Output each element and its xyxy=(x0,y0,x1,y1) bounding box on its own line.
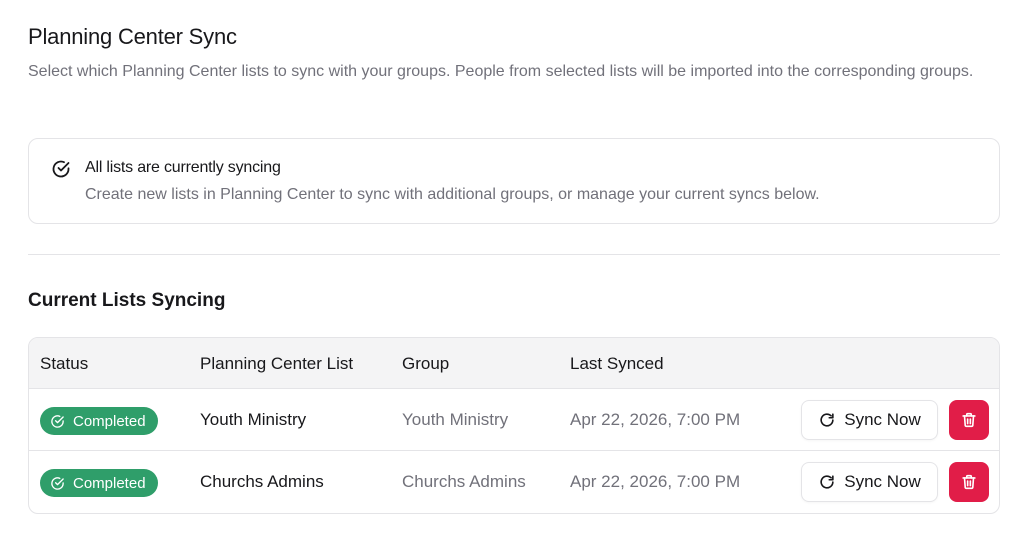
section-divider xyxy=(28,254,1000,255)
sync-now-label: Sync Now xyxy=(844,410,921,429)
status-badge-label: Completed xyxy=(73,474,146,492)
column-header-group: Group xyxy=(402,354,450,373)
column-header-list: Planning Center List xyxy=(200,354,354,373)
circle-check-icon xyxy=(51,476,64,490)
column-header-last-synced: Last Synced xyxy=(570,354,664,373)
delete-button[interactable] xyxy=(949,462,989,502)
section-title: Current Lists Syncing xyxy=(28,290,226,311)
last-synced: Apr 22, 2026, 7:00 PM xyxy=(570,410,741,429)
circle-check-icon xyxy=(51,414,64,428)
last-synced: Apr 22, 2026, 7:00 PM xyxy=(570,472,741,491)
sync-now-label: Sync Now xyxy=(844,472,921,491)
status-badge: Completed xyxy=(40,469,158,497)
page-title: Planning Center Sync xyxy=(28,24,237,49)
alert-description: Create new lists in Planning Center to s… xyxy=(85,186,820,203)
status-badge-label: Completed xyxy=(73,412,146,430)
table-row: Completed Churchs Admins Churchs Admins … xyxy=(29,451,999,513)
refresh-icon xyxy=(820,475,834,489)
refresh-icon xyxy=(820,413,834,427)
table-header: Status Planning Center List Group Last S… xyxy=(29,338,999,389)
circle-check-icon xyxy=(52,160,70,178)
delete-button[interactable] xyxy=(949,400,989,440)
sync-lists-table: Status Planning Center List Group Last S… xyxy=(28,337,1000,514)
group-name: Youth Ministry xyxy=(402,410,509,429)
sync-now-button[interactable]: Sync Now xyxy=(801,400,938,440)
sync-status-alert: All lists are currently syncing Create n… xyxy=(28,138,1000,224)
trash-icon xyxy=(962,412,976,428)
list-name: Youth Ministry xyxy=(200,410,307,429)
group-name: Churchs Admins xyxy=(402,472,526,491)
alert-title: All lists are currently syncing xyxy=(85,159,281,176)
sync-now-button[interactable]: Sync Now xyxy=(801,462,938,502)
table-row: Completed Youth Ministry Youth Ministry … xyxy=(29,389,999,451)
page-description: Select which Planning Center lists to sy… xyxy=(28,63,974,80)
status-badge: Completed xyxy=(40,407,158,435)
column-header-status: Status xyxy=(40,354,89,373)
trash-icon xyxy=(962,474,976,490)
list-name: Churchs Admins xyxy=(200,472,324,491)
